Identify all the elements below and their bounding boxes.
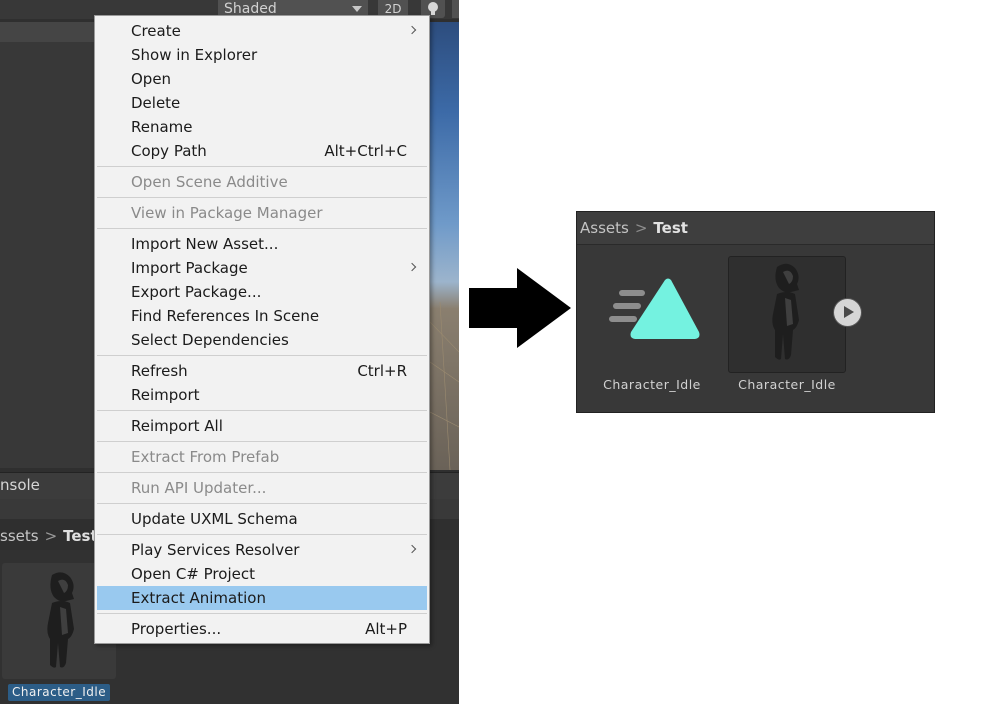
console-tab[interactable]: nsole: [0, 472, 40, 498]
menu-item-label: Update UXML Schema: [131, 510, 298, 528]
menu-item-reimport[interactable]: Reimport: [97, 383, 427, 407]
menu-separator: [97, 613, 427, 614]
menu-item-label: Play Services Resolver: [131, 541, 300, 559]
asset-context-menu: Create Show in Explorer Open Delete Rena…: [94, 15, 430, 644]
hierarchy-panel: [0, 22, 94, 468]
menu-item-extract-animation[interactable]: Extract Animation: [97, 586, 427, 610]
menu-item-label: Run API Updater...: [131, 479, 267, 497]
result-breadcrumb: Assets > Test: [580, 218, 688, 238]
project-browser-result: Assets > Test Character_Idle Character_Idl…: [576, 211, 935, 413]
menu-item-label: Import New Asset...: [131, 235, 279, 253]
breadcrumb-separator-icon: >: [634, 219, 648, 237]
menu-item-label: View in Package Manager: [131, 204, 323, 222]
asset-label-animation-clip[interactable]: Character_Idle: [593, 377, 711, 392]
breadcrumb-root[interactable]: ssets: [0, 527, 39, 545]
menu-item-label: Reimport All: [131, 417, 223, 435]
menu-separator: [97, 503, 427, 504]
menu-item-label: Refresh: [131, 362, 188, 380]
menu-item-export-package[interactable]: Export Package...: [97, 280, 427, 304]
menu-item-label: Export Package...: [131, 283, 262, 301]
menu-separator: [97, 534, 427, 535]
breadcrumb-separator-icon: >: [44, 527, 58, 545]
menu-separator: [97, 441, 427, 442]
menu-item-shortcut: Alt+P: [365, 620, 407, 638]
menu-item-play-services-resolver[interactable]: Play Services Resolver: [97, 538, 427, 562]
menu-item-label: Open Scene Additive: [131, 173, 288, 191]
menu-item-reimport-all[interactable]: Reimport All: [97, 414, 427, 438]
menu-item-refresh[interactable]: Refresh Ctrl+R: [97, 359, 427, 383]
breadcrumb-current[interactable]: Test: [653, 219, 688, 237]
menu-item-create[interactable]: Create: [97, 19, 427, 43]
menu-item-import-package[interactable]: Import Package: [97, 256, 427, 280]
menu-separator: [97, 472, 427, 473]
animation-clip-icon[interactable]: [607, 274, 703, 346]
lightbulb-base: [431, 11, 435, 15]
breadcrumb-current[interactable]: Test: [63, 527, 98, 545]
menu-item-label: Reimport: [131, 386, 200, 404]
asset-label-character-model[interactable]: Character_Idle: [727, 377, 847, 392]
menu-item-delete[interactable]: Delete: [97, 91, 427, 115]
play-icon: [844, 306, 854, 318]
submenu-arrow-icon: [407, 544, 417, 554]
asset-tile-character-model[interactable]: [728, 256, 846, 373]
breadcrumb-root[interactable]: Assets: [580, 219, 629, 237]
expand-asset-play-button[interactable]: [834, 299, 861, 326]
menu-item-open-scene-additive: Open Scene Additive: [97, 170, 427, 194]
toolbar-button-partial[interactable]: [452, 0, 459, 18]
menu-item-label: Delete: [131, 94, 181, 112]
menu-item-label: Import Package: [131, 259, 248, 277]
menu-item-label: Create: [131, 22, 181, 40]
menu-item-run-api-updater: Run API Updater...: [97, 476, 427, 500]
menu-item-find-references-in-scene[interactable]: Find References In Scene: [97, 304, 427, 328]
menu-separator: [97, 197, 427, 198]
menu-item-label: Find References In Scene: [131, 307, 320, 325]
project-breadcrumb: ssets > Test: [0, 524, 98, 548]
menu-item-shortcut: Ctrl+R: [357, 362, 407, 380]
menu-item-rename[interactable]: Rename: [97, 115, 427, 139]
dropdown-caret-icon: [352, 6, 362, 12]
character-model-icon: [772, 263, 799, 360]
menu-item-label: Select Dependencies: [131, 331, 289, 349]
menu-separator: [97, 166, 427, 167]
result-breadcrumb-bar: Assets > Test: [577, 212, 934, 245]
menu-item-label: Show in Explorer: [131, 46, 258, 64]
menu-item-extract-from-prefab: Extract From Prefab: [97, 445, 427, 469]
menu-item-label: Open: [131, 70, 172, 88]
selected-asset-label[interactable]: Character_Idle: [8, 684, 111, 701]
menu-item-update-uxml-schema[interactable]: Update UXML Schema: [97, 507, 427, 531]
menu-item-open[interactable]: Open: [97, 67, 427, 91]
right-arrow-icon: [469, 268, 571, 348]
menu-item-label: Extract Animation: [131, 589, 266, 607]
menu-item-shortcut: Alt+Ctrl+C: [324, 142, 407, 160]
menu-item-label: Copy Path: [131, 142, 207, 160]
submenu-arrow-icon: [407, 25, 417, 35]
submenu-arrow-icon: [407, 262, 417, 272]
menu-item-label: Extract From Prefab: [131, 448, 280, 466]
menu-item-properties[interactable]: Properties... Alt+P: [97, 617, 427, 641]
menu-item-label: Properties...: [131, 620, 222, 638]
menu-item-open-csharp-project[interactable]: Open C# Project: [97, 562, 427, 586]
menu-item-copy-path[interactable]: Copy Path Alt+Ctrl+C: [97, 139, 427, 163]
scene-grid-lines: [430, 301, 459, 470]
menu-item-label: Open C# Project: [131, 565, 255, 583]
menu-item-label: Rename: [131, 118, 193, 136]
menu-separator: [97, 355, 427, 356]
menu-item-show-in-explorer[interactable]: Show in Explorer: [97, 43, 427, 67]
menu-item-select-dependencies[interactable]: Select Dependencies: [97, 328, 427, 352]
scene-view-viewport[interactable]: [430, 22, 459, 470]
menu-separator: [97, 410, 427, 411]
hierarchy-header: [0, 22, 94, 42]
menu-separator: [97, 228, 427, 229]
menu-item-import-new-asset[interactable]: Import New Asset...: [97, 232, 427, 256]
menu-item-view-in-package-manager: View in Package Manager: [97, 201, 427, 225]
